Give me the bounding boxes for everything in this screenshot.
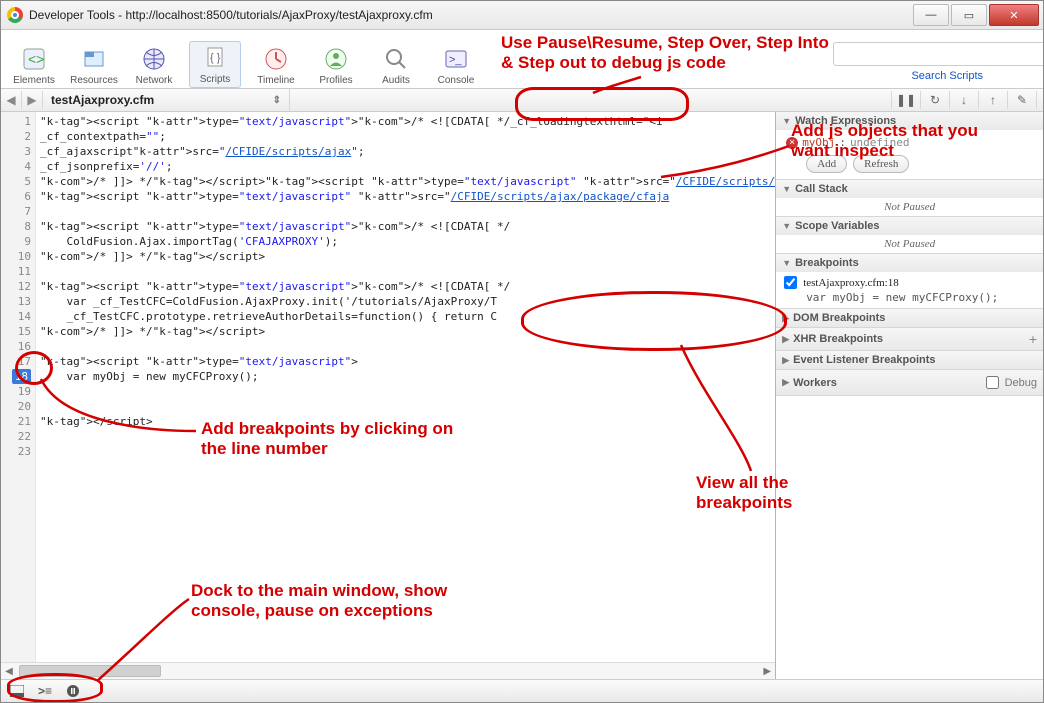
scripts-icon: { }	[201, 44, 229, 72]
watch-name: myObj	[802, 136, 835, 149]
tab-timeline[interactable]: Timeline	[251, 43, 301, 88]
window-titlebar: Developer Tools - http://localhost:8500/…	[1, 1, 1043, 30]
call-stack-label: Call Stack	[795, 183, 848, 195]
triangle-right-icon: ▶	[782, 377, 789, 388]
source-code[interactable]: "k-tag"><script "k-attr">type="text/java…	[36, 112, 775, 662]
tab-audits[interactable]: Audits	[371, 43, 421, 88]
xhr-breakpoints-label: XHR Breakpoints	[793, 333, 883, 345]
tab-timeline-label: Timeline	[257, 75, 294, 86]
close-button[interactable]: ✕	[989, 4, 1039, 26]
scroll-left-icon[interactable]: ◀	[1, 663, 17, 679]
debug-controls: ❚❚ ↻ ↓ ↑ ✎	[891, 89, 1043, 111]
dom-breakpoints-label: DOM Breakpoints	[793, 312, 885, 324]
nav-back-button[interactable]: ◀	[1, 91, 22, 109]
console-icon: >_	[442, 45, 470, 73]
scroll-right-icon[interactable]: ▶	[759, 663, 775, 679]
add-xhr-bp-icon[interactable]: +	[1029, 331, 1037, 347]
call-stack-status: Not Paused	[776, 198, 1043, 216]
svg-text:{ }: { }	[210, 52, 221, 64]
svg-text:<>: <>	[28, 51, 44, 67]
tab-elements[interactable]: <> Elements	[9, 43, 59, 88]
triangle-right-icon: ▶	[782, 313, 789, 324]
workers-debug-label: Debug	[1005, 377, 1037, 389]
timeline-icon	[262, 45, 290, 73]
audits-icon	[382, 45, 410, 73]
search-input[interactable]	[833, 42, 1044, 66]
watch-value: undefined	[850, 136, 910, 149]
svg-text:>_: >_	[449, 54, 462, 66]
scope-variables-header[interactable]: ▼ Scope Variables	[776, 217, 1043, 235]
add-watch-button[interactable]: Add	[806, 155, 847, 173]
tab-console[interactable]: >_ Console	[431, 43, 481, 88]
call-stack-header[interactable]: ▼ Call Stack	[776, 180, 1043, 198]
scripts-subbar: ◀ ▶ testAjaxproxy.cfm ⇕ ❚❚ ↻ ↓ ↑ ✎	[1, 89, 1043, 112]
pause-button[interactable]: ❚❚	[891, 91, 920, 109]
tab-resources-label: Resources	[70, 75, 118, 86]
breakpoint-checkbox[interactable]	[784, 276, 797, 289]
window-title: Developer Tools - http://localhost:8500/…	[29, 8, 913, 22]
dock-button[interactable]	[7, 683, 27, 699]
delete-watch-icon[interactable]: ×	[786, 137, 798, 149]
breakpoints-header[interactable]: ▼ Breakpoints	[776, 254, 1043, 272]
debugger-sidebar: ▼ Watch Expressions × myObj: undefined Ad…	[776, 112, 1043, 679]
chevron-updown-icon: ⇕	[273, 95, 281, 106]
tab-profiles[interactable]: Profiles	[311, 43, 361, 88]
triangle-down-icon: ▼	[782, 184, 791, 194]
watch-expressions-header[interactable]: ▼ Watch Expressions	[776, 112, 1043, 130]
event-listener-bp-header[interactable]: ▶ Event Listener Breakpoints	[776, 351, 1043, 369]
tab-audits-label: Audits	[382, 75, 410, 86]
dom-breakpoints-header[interactable]: ▶ DOM Breakpoints	[776, 309, 1043, 327]
resume-button[interactable]: ↻	[920, 91, 949, 109]
tab-network[interactable]: Network	[129, 43, 179, 88]
workers-debug-checkbox[interactable]	[986, 376, 999, 389]
show-console-button[interactable]: >≡	[35, 683, 55, 699]
scope-variables-label: Scope Variables	[795, 220, 879, 232]
tab-scripts[interactable]: { } Scripts	[189, 41, 241, 88]
breakpoint-file: testAjaxproxy.cfm:18	[803, 277, 899, 289]
workers-header[interactable]: ▶ Workers Debug	[776, 370, 1043, 395]
profiles-icon	[322, 45, 350, 73]
refresh-watch-button[interactable]: Refresh	[853, 155, 909, 173]
resources-icon	[80, 45, 108, 73]
triangle-down-icon: ▼	[782, 258, 791, 268]
chrome-icon	[7, 7, 23, 23]
file-selector-label: testAjaxproxy.cfm	[51, 93, 154, 107]
step-into-button[interactable]: ↑	[978, 91, 1007, 109]
workers-label: Workers	[793, 377, 837, 389]
breakpoint-item[interactable]: testAjaxproxy.cfm:18	[784, 276, 1035, 289]
search-scripts-link[interactable]: Search Scripts	[911, 70, 983, 82]
step-out-button[interactable]: ✎	[1007, 91, 1037, 109]
tab-resources[interactable]: Resources	[69, 43, 119, 88]
step-over-button[interactable]: ↓	[949, 91, 978, 109]
maximize-button[interactable]: ▭	[951, 4, 987, 26]
devtools-panel-tabs: <> Elements Resources Network { } Script…	[1, 30, 1043, 89]
devtools-footer: >≡	[1, 679, 1043, 702]
scope-variables-status: Not Paused	[776, 235, 1043, 253]
network-icon	[140, 45, 168, 73]
tab-network-label: Network	[136, 75, 173, 86]
tab-profiles-label: Profiles	[319, 75, 352, 86]
source-pane: 1234567891011121314151617181920212223 "k…	[1, 112, 776, 679]
xhr-breakpoints-header[interactable]: ▶ XHR Breakpoints +	[776, 328, 1043, 350]
watch-expressions-label: Watch Expressions	[795, 115, 896, 127]
tab-scripts-label: Scripts	[200, 74, 231, 85]
horizontal-scrollbar[interactable]: ◀ ▶	[1, 662, 775, 679]
triangle-right-icon: ▶	[782, 334, 789, 345]
watch-expression-item[interactable]: × myObj: undefined	[784, 134, 1035, 151]
tab-console-label: Console	[438, 75, 475, 86]
file-selector[interactable]: testAjaxproxy.cfm ⇕	[43, 89, 290, 111]
nav-fwd-button[interactable]: ▶	[22, 91, 43, 109]
breakpoints-label: Breakpoints	[795, 257, 859, 269]
scroll-thumb[interactable]	[19, 665, 161, 677]
event-listener-bp-label: Event Listener Breakpoints	[793, 354, 935, 366]
triangle-right-icon: ▶	[782, 355, 789, 366]
minimize-button[interactable]: —	[913, 4, 949, 26]
tab-elements-label: Elements	[13, 75, 55, 86]
breakpoint-snippet: var myObj = new myCFCProxy();	[784, 289, 1035, 304]
elements-icon: <>	[20, 45, 48, 73]
triangle-down-icon: ▼	[782, 221, 791, 231]
triangle-down-icon: ▼	[782, 116, 791, 126]
pause-on-exceptions-button[interactable]	[63, 683, 83, 699]
line-gutter[interactable]: 1234567891011121314151617181920212223	[1, 112, 36, 662]
